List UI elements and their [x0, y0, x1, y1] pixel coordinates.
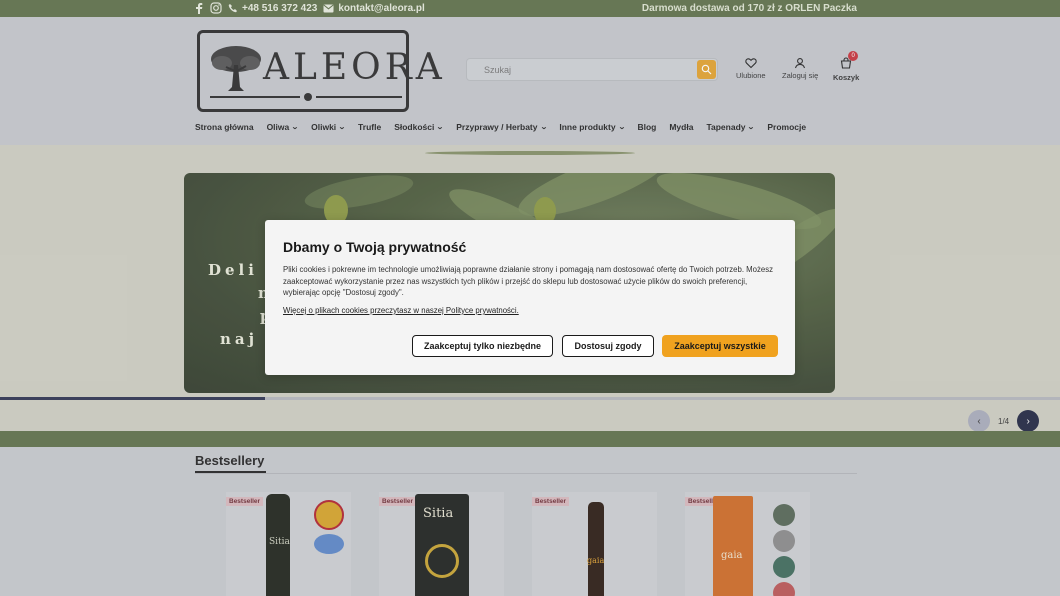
privacy-policy-link[interactable]: Więcej o plikach cookies przeczytasz w n…: [283, 306, 519, 315]
cookie-consent-modal: Dbamy o Twoją prywatność Pliki cookies i…: [265, 220, 795, 375]
cookie-description: Pliki cookies i pokrewne im technologie …: [283, 265, 774, 297]
customize-consent-button[interactable]: Dostosuj zgody: [562, 335, 654, 357]
accept-necessary-button[interactable]: Zaakceptuj tylko niezbędne: [412, 335, 553, 357]
accept-all-button[interactable]: Zaakceptuj wszystkie: [662, 335, 778, 357]
cookie-title: Dbamy o Twoją prywatność: [283, 239, 467, 255]
